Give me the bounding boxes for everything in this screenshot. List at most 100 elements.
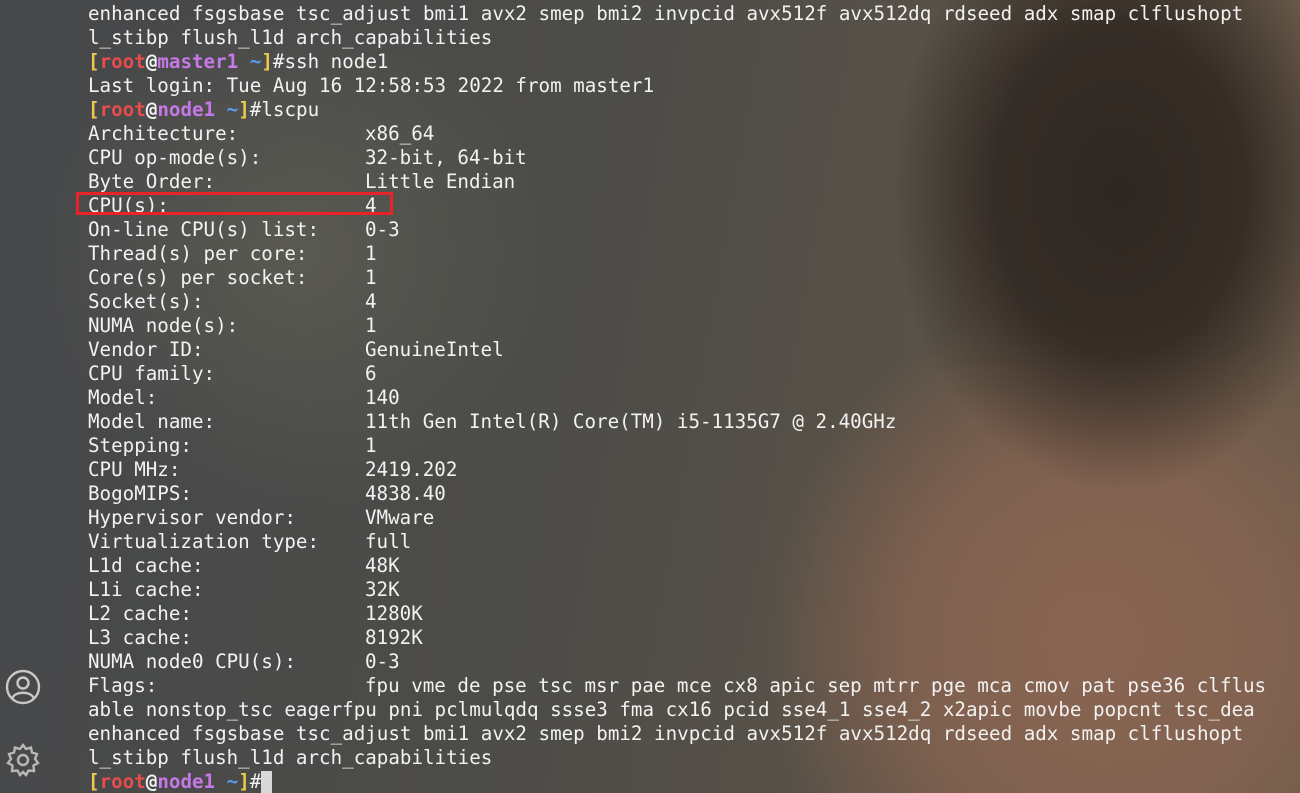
lscpu-key: L2 cache: <box>88 602 192 625</box>
prompt-bracket-close: ] <box>261 50 273 73</box>
prompt-at: @ <box>145 50 158 73</box>
lscpu-value: GenuineIntel <box>365 338 504 361</box>
lscpu-row: NUMA node0 CPU(s): 0-3 <box>88 650 1300 674</box>
terminal-line: enhanced fsgsbase tsc_adjust bmi1 avx2 s… <box>88 722 1244 745</box>
lscpu-row: L1d cache: 48K <box>88 554 1300 578</box>
lscpu-key: Virtualization type: <box>88 530 320 553</box>
lscpu-row: CPU op-mode(s): 32-bit, 64-bit <box>88 146 1300 170</box>
prompt-user: root <box>99 98 146 121</box>
terminal-line: enhanced fsgsbase tsc_adjust bmi1 avx2 s… <box>88 2 1244 25</box>
lscpu-row: Virtualization type: full <box>88 530 1300 554</box>
lscpu-key: Model: <box>88 386 158 409</box>
prompt-hash: # <box>249 98 262 121</box>
prompt-command: ssh node1 <box>284 50 389 73</box>
lscpu-value: 4838.40 <box>365 482 446 505</box>
lscpu-value: x86_64 <box>365 122 435 145</box>
prompt-at: @ <box>145 770 158 793</box>
lscpu-key: NUMA node0 CPU(s): <box>88 650 296 673</box>
terminal-line: Last login: Tue Aug 16 12:58:53 2022 fro… <box>88 74 655 97</box>
lscpu-value: 11th Gen Intel(R) Core(TM) i5-1135G7 @ 2… <box>365 410 897 433</box>
lscpu-row: Flags: fpu vme de pse tsc msr pae mce cx8… <box>88 674 1300 698</box>
lscpu-key: Socket(s): <box>88 290 204 313</box>
lscpu-value: VMware <box>365 506 435 529</box>
lscpu-value: 1 <box>365 314 377 337</box>
lscpu-key: Model name: <box>88 410 216 433</box>
prompt-hash: # <box>249 770 262 793</box>
prompt-at: @ <box>145 98 158 121</box>
lscpu-value: 140 <box>365 386 400 409</box>
lscpu-value: 8192K <box>365 626 423 649</box>
lscpu-value: 1 <box>365 242 377 265</box>
lscpu-value: 1280K <box>365 602 423 625</box>
prompt-host: master1 <box>157 50 239 73</box>
lscpu-value: 0-3 <box>365 650 400 673</box>
prompt-command: lscpu <box>261 98 320 121</box>
lscpu-key: NUMA node(s): <box>88 314 239 337</box>
terminal-output[interactable]: enhanced fsgsbase tsc_adjust bmi1 avx2 s… <box>88 2 1300 793</box>
lscpu-row: Vendor ID: GenuineIntel <box>88 338 1300 362</box>
lscpu-key: Architecture: <box>88 122 239 145</box>
terminal-line: able nonstop_tsc eagerfpu pni pclmulqdq … <box>88 698 1255 721</box>
lscpu-key: Core(s) per socket: <box>88 266 308 289</box>
lscpu-row: Socket(s): 4 <box>88 290 1300 314</box>
lscpu-key: Flags: <box>88 674 158 697</box>
lscpu-value: 32K <box>365 578 400 601</box>
lscpu-value: 4 <box>365 290 377 313</box>
lscpu-value: 6 <box>365 362 377 385</box>
lscpu-row: Byte Order: Little Endian <box>88 170 1300 194</box>
lscpu-value: 0-3 <box>365 218 400 241</box>
lscpu-key: Stepping: <box>88 434 192 457</box>
shell-prompt-line: [root@node1 ~]# <box>88 770 1300 793</box>
prompt-path: ~ <box>226 98 239 121</box>
lscpu-row: Model name: 11th Gen Intel(R) Core(TM) i5… <box>88 410 1300 434</box>
lscpu-row: Thread(s) per core: 1 <box>88 242 1300 266</box>
prompt-host: node1 <box>157 98 216 121</box>
lscpu-row: On-line CPU(s) list: 0-3 <box>88 218 1300 242</box>
lscpu-value: Little Endian <box>365 170 516 193</box>
lscpu-value: 1 <box>365 266 377 289</box>
prompt-host: node1 <box>157 770 216 793</box>
lscpu-key: L1i cache: <box>88 578 204 601</box>
lscpu-value: 32-bit, 64-bit <box>365 146 527 169</box>
lscpu-key: Hypervisor vendor: <box>88 506 296 529</box>
text-cursor <box>261 771 273 793</box>
lscpu-value: 2419.202 <box>365 458 458 481</box>
lscpu-key: Vendor ID: <box>88 338 204 361</box>
prompt-user: root <box>99 770 146 793</box>
lscpu-row: Hypervisor vendor: VMware <box>88 506 1300 530</box>
terminal-line: l_stibp flush_l1d arch_capabilities <box>88 746 493 769</box>
lscpu-row: Architecture: x86_64 <box>88 122 1300 146</box>
lscpu-key: On-line CPU(s) list: <box>88 218 320 241</box>
prompt-path: ~ <box>249 50 262 73</box>
lscpu-row: L2 cache: 1280K <box>88 602 1300 626</box>
lscpu-key: L3 cache: <box>88 626 192 649</box>
lscpu-value: 1 <box>365 434 377 457</box>
lscpu-row: Core(s) per socket: 1 <box>88 266 1300 290</box>
lscpu-row: L3 cache: 8192K <box>88 626 1300 650</box>
prompt-bracket-close: ] <box>238 98 250 121</box>
prompt-user: root <box>99 50 146 73</box>
lscpu-row: CPU MHz: 2419.202 <box>88 458 1300 482</box>
lscpu-key: L1d cache: <box>88 554 204 577</box>
lscpu-row: Model: 140 <box>88 386 1300 410</box>
lscpu-row: CPU family: 6 <box>88 362 1300 386</box>
shell-prompt-line: [root@master1 ~]#ssh node1 <box>88 50 1300 74</box>
lscpu-row: NUMA node(s): 1 <box>88 314 1300 338</box>
lscpu-row: BogoMIPS: 4838.40 <box>88 482 1300 506</box>
lscpu-value: fpu vme de pse tsc msr pae mce cx8 apic … <box>365 674 1267 697</box>
gear-icon[interactable] <box>4 741 42 779</box>
lscpu-key: CPU family: <box>88 362 216 385</box>
lscpu-key: CPU op-mode(s): <box>88 146 262 169</box>
lscpu-value: full <box>365 530 412 553</box>
prompt-path: ~ <box>226 770 239 793</box>
cpu-count-highlight-box <box>76 192 393 215</box>
prompt-hash: # <box>272 50 285 73</box>
terminal-line: l_stibp flush_l1d arch_capabilities <box>88 26 493 49</box>
prompt-bracket-open: [ <box>88 98 100 121</box>
lscpu-key: BogoMIPS: <box>88 482 192 505</box>
user-icon[interactable] <box>4 668 42 706</box>
prompt-bracket-close: ] <box>238 770 250 793</box>
